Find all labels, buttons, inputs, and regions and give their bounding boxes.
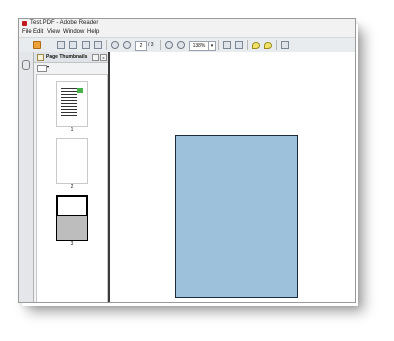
fit-width-icon[interactable] bbox=[235, 41, 243, 49]
pane-options-icon[interactable] bbox=[92, 54, 99, 61]
adobe-reader-icon bbox=[22, 21, 27, 26]
options-dropdown-arrow[interactable]: ▾ bbox=[47, 64, 49, 69]
zoom-in-icon[interactable] bbox=[177, 41, 185, 49]
thumbnail-options-button[interactable] bbox=[37, 65, 47, 72]
create-pdf-icon[interactable] bbox=[33, 41, 41, 49]
thumbnail-page-3[interactable] bbox=[56, 195, 88, 241]
thumbnail-list: 1 2 3 bbox=[36, 74, 108, 302]
attachments-icon[interactable] bbox=[22, 60, 30, 70]
zoom-dropdown-button[interactable]: ▾ bbox=[208, 41, 216, 51]
thumbnails-icon bbox=[37, 54, 44, 61]
current-view-highlight bbox=[57, 196, 87, 216]
previous-page-icon[interactable] bbox=[111, 41, 119, 49]
thumbnail-page-2[interactable] bbox=[56, 138, 88, 184]
page-number-input[interactable]: 2 bbox=[135, 41, 147, 51]
zoom-out-icon[interactable] bbox=[165, 41, 173, 49]
comment-tools-icon[interactable] bbox=[264, 42, 272, 49]
toolbar-divider bbox=[160, 40, 161, 50]
navigation-sidebar bbox=[19, 52, 34, 302]
thumbnail-label-1: 1 bbox=[70, 127, 74, 133]
document-view[interactable] bbox=[110, 52, 355, 302]
page-figure-preview bbox=[77, 88, 83, 93]
menu-bar: File Edit View Window Help bbox=[19, 28, 355, 37]
menu-help[interactable]: Help bbox=[87, 28, 99, 37]
window-title: Test.PDF - Adobe Reader bbox=[30, 20, 99, 26]
pane-title: Page Thumbnails bbox=[46, 54, 88, 60]
page-text-preview bbox=[61, 88, 77, 118]
pane-header: Page Thumbnails x bbox=[34, 52, 108, 63]
toolbar-divider bbox=[106, 40, 107, 50]
menu-view[interactable]: View bbox=[47, 28, 60, 37]
pane-tools: ▾ bbox=[34, 63, 108, 73]
thumbnail-label-2: 2 bbox=[70, 184, 74, 190]
pane-close-button[interactable]: x bbox=[100, 54, 107, 61]
zoom-input[interactable]: 138% bbox=[189, 41, 209, 51]
thumbnail-label-3: 3 bbox=[70, 241, 74, 247]
expand-icon[interactable] bbox=[281, 41, 289, 49]
print-icon[interactable] bbox=[82, 41, 90, 49]
share-icon[interactable] bbox=[57, 41, 65, 49]
next-page-icon[interactable] bbox=[123, 41, 131, 49]
save-icon[interactable] bbox=[69, 41, 77, 49]
fit-page-icon[interactable] bbox=[223, 41, 231, 49]
toolbar-divider bbox=[218, 40, 219, 50]
blue-rectangle bbox=[175, 135, 298, 298]
toolbar-divider bbox=[276, 40, 277, 50]
toolbar-divider bbox=[247, 40, 248, 50]
page-total-label: / 3 bbox=[148, 42, 154, 48]
page-thumbnails-pane: Page Thumbnails x ▾ 1 2 3 bbox=[34, 52, 110, 302]
title-bar: Test.PDF - Adobe Reader bbox=[19, 19, 355, 28]
menu-window[interactable]: Window bbox=[63, 28, 84, 37]
email-icon[interactable] bbox=[94, 41, 102, 49]
app-window: Test.PDF - Adobe Reader File Edit View W… bbox=[18, 18, 356, 303]
menu-file[interactable]: File bbox=[22, 28, 32, 37]
menu-edit[interactable]: Edit bbox=[33, 28, 43, 37]
comment-icon[interactable] bbox=[252, 42, 260, 49]
thumbnail-page-1[interactable] bbox=[56, 81, 88, 127]
toolbar: 2 / 3 138% ▾ bbox=[19, 37, 355, 79]
